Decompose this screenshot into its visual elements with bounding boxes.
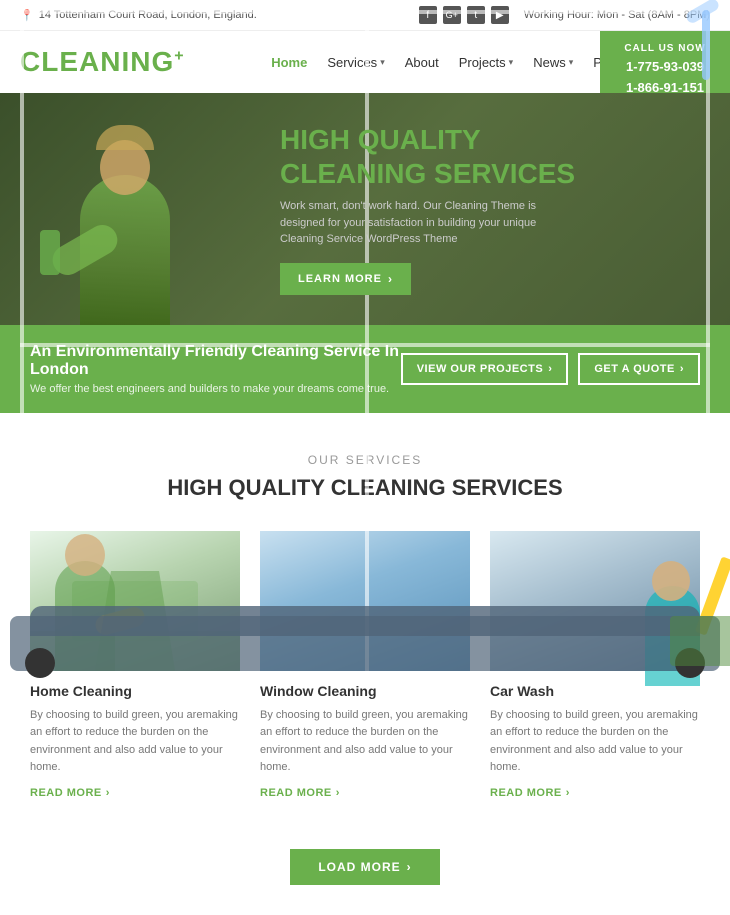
read-more-arrow-3: › — [566, 787, 570, 799]
load-more-button[interactable]: LOAD MORE › — [290, 849, 439, 885]
read-more-arrow-1: › — [106, 787, 110, 799]
hero-content: HIGH QUALITY CLEANING SERVICES Work smar… — [260, 93, 595, 325]
hero-description: Work smart, don't work hard. Our Cleanin… — [280, 198, 560, 248]
car-wash-read-more[interactable]: READ MORE › — [490, 787, 700, 799]
car-wash-desc: By choosing to build green, you aremakin… — [490, 707, 700, 777]
home-cleaning-desc: By choosing to build green, you aremakin… — [30, 707, 240, 777]
hero-heading: HIGH QUALITY CLEANING SERVICES — [280, 123, 575, 190]
home-cleaning-read-more[interactable]: READ MORE › — [30, 787, 240, 799]
learn-more-arrow: › — [388, 272, 393, 286]
window-cleaning-read-more[interactable]: READ MORE › — [260, 787, 470, 799]
load-more-section: LOAD MORE › — [0, 839, 730, 915]
learn-more-button[interactable]: LEARN MORE › — [280, 263, 411, 295]
hero-cleaning-text: CLEANING — [280, 158, 426, 189]
services-section: Our Services HIGH QUALITY CLEANING SERVI… — [0, 413, 730, 839]
window-cleaning-desc: By choosing to build green, you aremakin… — [260, 707, 470, 777]
window-cleaning-title: Window Cleaning — [260, 683, 470, 699]
service-cards-container: Home Cleaning By choosing to build green… — [30, 531, 700, 799]
home-cleaning-title: Home Cleaning — [30, 683, 240, 699]
load-more-arrow: › — [407, 860, 412, 874]
hero-person-image — [20, 120, 240, 325]
read-more-arrow-2: › — [336, 787, 340, 799]
hero-services-text: SERVICES — [434, 158, 575, 189]
